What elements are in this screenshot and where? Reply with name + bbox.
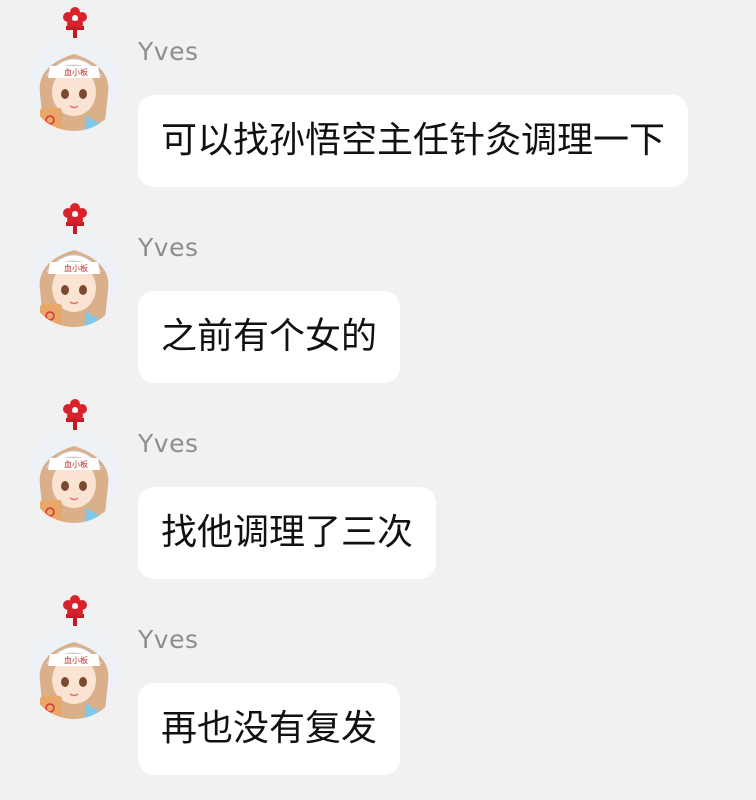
sender-name: Yves — [138, 233, 199, 262]
sender-name: Yves — [138, 625, 199, 654]
sender-name: Yves — [138, 37, 199, 66]
svg-text:血小板: 血小板 — [64, 67, 88, 77]
message-bubble[interactable]: 可以找孙悟空主任针灸调理一下 — [138, 95, 689, 187]
sender-avatar[interactable]: 血小板 — [26, 399, 122, 524]
red-flower-icon — [63, 399, 87, 430]
message-bubble[interactable]: 之前有个女的 — [138, 291, 401, 383]
svg-text:血小板: 血小板 — [64, 655, 88, 665]
chat-message: 血小板 Yves 可以找孙悟空主任针灸调理一下 — [0, 0, 756, 195]
red-flower-icon — [63, 203, 87, 234]
chat-message: 血小板 Yves 找他调理了三次 — [0, 392, 756, 587]
svg-text:血小板: 血小板 — [64, 459, 88, 469]
svg-text:血小板: 血小板 — [64, 263, 88, 273]
message-bubble[interactable]: 再也没有复发 — [138, 683, 401, 775]
anime-girl-avatar-icon: 血小板 — [27, 37, 121, 131]
chat-view: 血小板 Yves 可以找孙悟空主任针灸调理一下 血小板 Yves 之前有个女的 … — [0, 0, 756, 800]
chat-message: 血小板 Yves 再也没有复发 — [0, 588, 756, 783]
anime-girl-avatar-icon: 血小板 — [27, 429, 121, 523]
sender-avatar[interactable]: 血小板 — [26, 7, 122, 132]
chat-message: 血小板 Yves 之前有个女的 — [0, 196, 756, 391]
sender-avatar[interactable]: 血小板 — [26, 203, 122, 328]
red-flower-icon — [63, 7, 87, 38]
anime-girl-avatar-icon: 血小板 — [27, 625, 121, 719]
message-bubble[interactable]: 找他调理了三次 — [138, 487, 437, 579]
red-flower-icon — [63, 595, 87, 626]
anime-girl-avatar-icon: 血小板 — [27, 233, 121, 327]
sender-avatar[interactable]: 血小板 — [26, 595, 122, 720]
sender-name: Yves — [138, 429, 199, 458]
